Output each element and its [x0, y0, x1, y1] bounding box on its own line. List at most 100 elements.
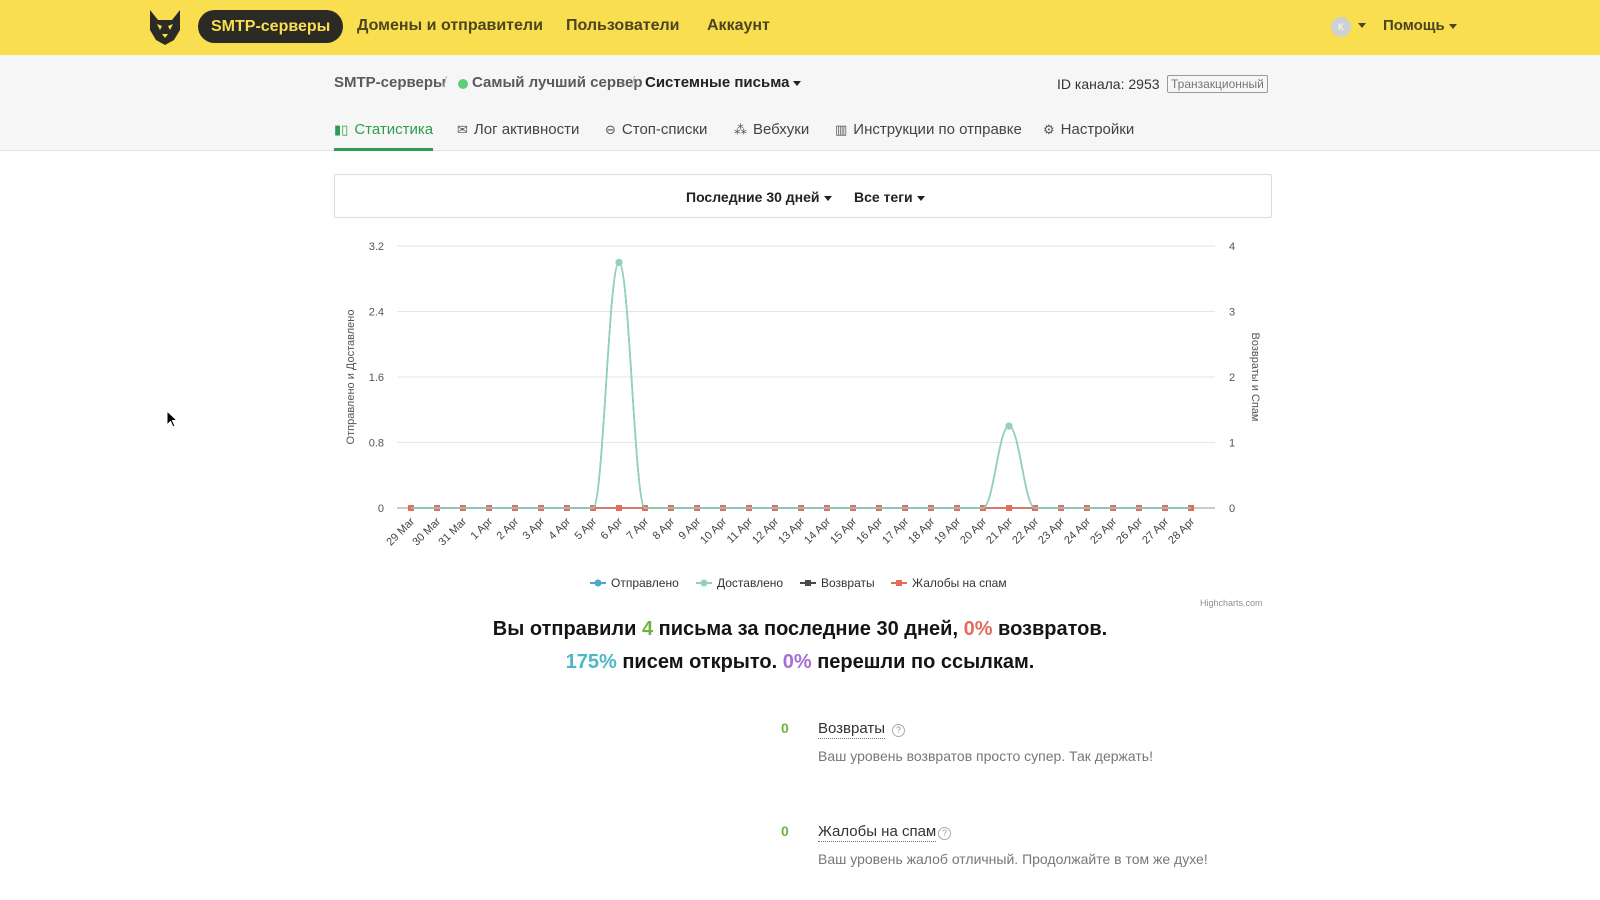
x-tick-label: 14 Apr: [802, 515, 833, 546]
tab-sending-instructions[interactable]: ▥ Инструкции по отправке: [835, 121, 1022, 151]
period-label: Последние 30 дней: [686, 189, 820, 205]
y-left-tick-label: 0.8: [369, 438, 384, 450]
y-left-tick-label: 0: [378, 503, 384, 515]
legend-symbol-marker: [896, 580, 902, 586]
husky-logo-icon[interactable]: [146, 8, 184, 46]
map-icon: ▥: [835, 122, 848, 137]
help-menu[interactable]: Помощь: [1383, 17, 1457, 34]
legend-symbol-marker: [594, 579, 602, 587]
chevron-down-icon: [823, 195, 832, 201]
channel-id: ID канала: 2953: [1057, 76, 1160, 92]
tab-statistics[interactable]: ▮▯ Статистика: [334, 121, 434, 151]
y-left-tick-label: 3.2: [369, 241, 384, 253]
bounce-rate: 0%: [963, 618, 993, 640]
nav-smtp-servers[interactable]: SMTP-серверы: [198, 10, 344, 43]
data-point: [1005, 422, 1013, 430]
x-tick-label: 6 Apr: [598, 515, 625, 542]
stats-chart: 0 0.8 1.6 2.4 3.2 0 1 2 3 4 Отправлено и Доставлен…: [334, 232, 1272, 612]
x-tick-label: 13 Apr: [776, 515, 807, 546]
y-right-tick-label: 1: [1229, 438, 1235, 450]
x-tick-label: 21 Apr: [984, 515, 1015, 546]
x-tick-label: 27 Apr: [1140, 515, 1171, 546]
x-tick-label: 1 Apr: [468, 515, 495, 542]
y-left-axis-title: Отправлено и Доставлено: [345, 310, 357, 445]
breadcrumb-stream-dropdown[interactable]: Системные письма: [645, 74, 802, 91]
chevron-down-icon: [916, 195, 925, 201]
x-tick-label: 18 Apr: [906, 515, 937, 546]
series-line: [411, 261, 1191, 509]
filter-bar: Последние 30 дней Все теги: [334, 174, 1272, 218]
x-tick-label: 25 Apr: [1088, 515, 1119, 546]
tab-label: Инструкции по отправке: [853, 121, 1022, 138]
spam-count: 0: [781, 823, 789, 839]
breadcrumb-server[interactable]: Самый лучший сервер: [472, 74, 643, 91]
y-right-tick-label: 4: [1229, 241, 1235, 253]
tab-activity-log[interactable]: ✉ Лог активности: [457, 121, 579, 151]
tab-settings[interactable]: ⚙ Настройки: [1043, 121, 1134, 151]
bar-chart-icon: ▮▯: [334, 122, 349, 137]
summary-line-2: 175% писем открыто. 0% перешли по ссылка…: [0, 651, 1600, 674]
chart-credit[interactable]: Highcharts.com: [1200, 598, 1263, 608]
x-tick-label: 17 Apr: [880, 515, 911, 546]
summary-text: писем открыто.: [616, 651, 783, 673]
webhook-icon: ⁂: [734, 122, 747, 137]
x-tick-label: 20 Apr: [958, 515, 989, 546]
server-status-dot: [458, 79, 468, 89]
gear-icon: ⚙: [1043, 122, 1055, 137]
x-tick-label: 19 Apr: [932, 515, 963, 546]
tab-webhooks[interactable]: ⁂ Вебхуки: [734, 121, 809, 151]
tab-label: Стоп-списки: [621, 121, 708, 138]
nav-users[interactable]: Пользователи: [566, 17, 679, 35]
help-icon[interactable]: ?: [938, 827, 951, 840]
bounces-link[interactable]: Возвраты: [818, 720, 886, 739]
avatar[interactable]: K: [1331, 17, 1351, 37]
help-icon[interactable]: ?: [892, 724, 905, 737]
spam-description: Ваш уровень жалоб отличный. Продолжайте …: [818, 851, 1208, 867]
x-tick-label: 12 Apr: [750, 515, 781, 546]
open-rate: 175%: [565, 651, 617, 673]
period-dropdown[interactable]: Последние 30 дней: [686, 189, 832, 205]
y-right-axis-title: Возвраты и Спам: [1249, 333, 1261, 422]
y-right-tick-label: 0: [1229, 503, 1235, 515]
channel-id-label: ID канала:: [1057, 76, 1125, 92]
chevron-down-icon: [793, 80, 802, 86]
x-tick-label: 7 Apr: [624, 515, 651, 542]
data-point: [1006, 505, 1012, 511]
tab-label: Статистика: [354, 121, 434, 138]
tags-label: Все теги: [854, 189, 913, 205]
breadcrumb-root[interactable]: SMTP-серверы: [334, 74, 446, 91]
y-left-tick-label: 2.4: [369, 307, 384, 319]
x-tick-label: 8 Apr: [650, 515, 677, 542]
tab-suppressions[interactable]: ⊖ Стоп-списки: [605, 121, 707, 151]
tags-dropdown[interactable]: Все теги: [854, 189, 925, 205]
x-tick-label: 22 Apr: [1010, 515, 1041, 546]
data-point: [616, 505, 622, 511]
breadcrumb-stream-label: Системные письма: [645, 74, 790, 91]
legend-symbol-marker: [700, 579, 708, 587]
chevron-down-icon: [1448, 23, 1457, 29]
data-point: [615, 258, 623, 266]
x-tick-label: 31 Mar: [436, 515, 469, 548]
channel-id-value: 2953: [1128, 76, 1160, 92]
envelope-icon: ✉: [457, 122, 468, 137]
y-left-tick-label: 1.6: [369, 372, 384, 384]
x-tick-label: 3 Apr: [520, 515, 547, 542]
x-tick-label: 2 Apr: [494, 515, 521, 542]
top-navbar: SMTP-серверы Домены и отправители Пользо…: [0, 0, 1600, 55]
chevron-down-icon[interactable]: [1358, 23, 1366, 28]
spam-complaints-link[interactable]: Жалобы на спам: [818, 823, 937, 842]
summary-text: письма за последние 30 дней,: [653, 618, 964, 640]
minus-circle-icon: ⊖: [605, 122, 616, 137]
breadcrumb-separator: /: [443, 74, 448, 91]
x-tick-label: 24 Apr: [1062, 515, 1093, 546]
x-tick-label: 15 Apr: [828, 515, 859, 546]
legend-item-label: Отправлено: [611, 576, 679, 590]
x-tick-label: 5 Apr: [572, 515, 599, 542]
summary-text: Вы отправили: [492, 618, 642, 640]
legend-symbol-marker: [805, 580, 811, 586]
nav-account[interactable]: Аккаунт: [707, 17, 770, 35]
server-header: SMTP-серверы / Самый лучший сервер / Сис…: [0, 55, 1600, 151]
nav-domains[interactable]: Домены и отправители: [357, 17, 543, 35]
summary-line-1: Вы отправили 4 письма за последние 30 дн…: [0, 618, 1600, 641]
y-right-tick-label: 2: [1229, 372, 1235, 384]
